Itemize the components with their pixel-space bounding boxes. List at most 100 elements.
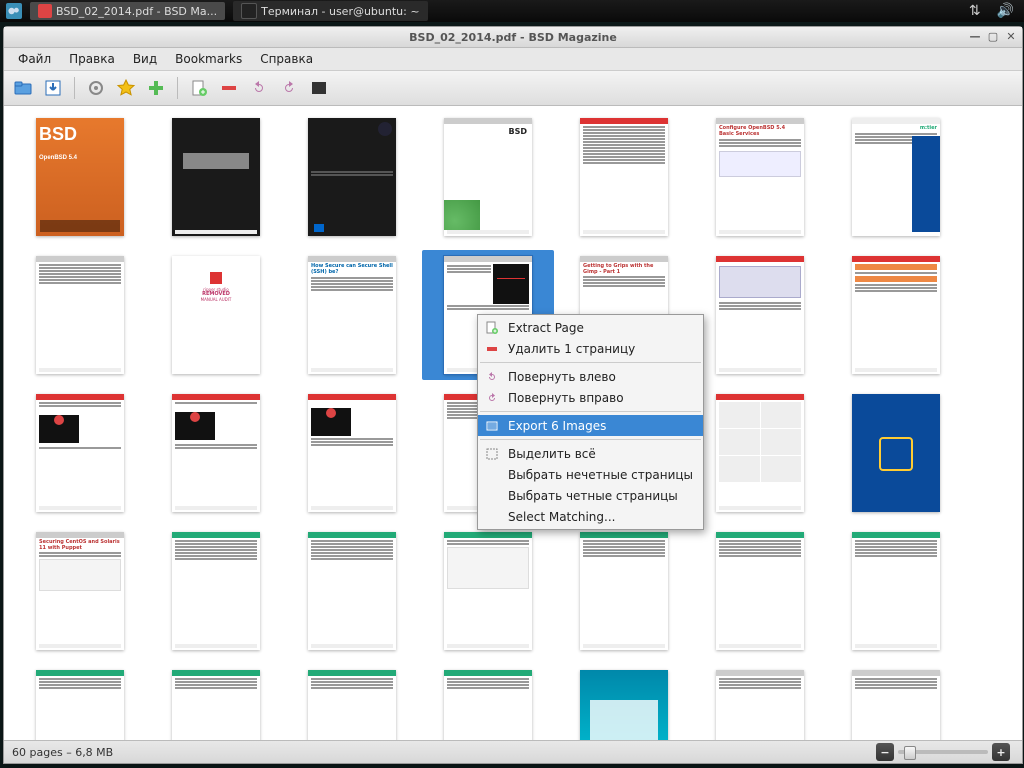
ctx-separator [480, 362, 701, 363]
blank-icon [484, 488, 500, 504]
page-thumb[interactable] [694, 250, 826, 380]
menu-bookmarks[interactable]: Bookmarks [167, 50, 250, 68]
remove-icon [484, 341, 500, 357]
page-thumb[interactable] [830, 526, 962, 656]
page-thumb[interactable] [694, 526, 826, 656]
ctx-separator [480, 439, 701, 440]
taskbar-item-terminal[interactable]: Терминал - user@ubuntu: ~ [233, 1, 427, 21]
rotate-left-icon [484, 369, 500, 385]
ctx-select-even[interactable]: Выбрать четные страницы [478, 485, 703, 506]
page-thumb[interactable] [14, 664, 146, 740]
save-button[interactable] [40, 75, 66, 101]
rotate-right-button[interactable] [276, 75, 302, 101]
context-menu: Extract Page Удалить 1 страницу Повернут… [477, 314, 704, 530]
ctx-select-matching[interactable]: Select Matching... [478, 506, 703, 527]
thumb-title: Configure OpenBSD 5.4 Basic Services [719, 126, 801, 137]
extract-button[interactable] [186, 75, 212, 101]
page-thumb[interactable] [14, 250, 146, 380]
ctx-select-odd[interactable]: Выбрать нечетные страницы [478, 464, 703, 485]
ripper-line3: MANUAL AUDIT [175, 298, 257, 302]
page-thumb[interactable] [558, 664, 690, 740]
select-all-icon [484, 446, 500, 462]
thumb-header: BSD [449, 128, 527, 137]
zoom-out-button[interactable]: − [876, 743, 894, 761]
ctx-rotate-right[interactable]: Повернуть вправо [478, 387, 703, 408]
page-thumb[interactable] [150, 664, 282, 740]
desktop-panel: BSD_02_2014.pdf - BSD Ma... Терминал - u… [0, 0, 1024, 22]
network-icon[interactable]: ⇅ [965, 3, 985, 19]
page-thumb[interactable]: Configure OpenBSD 5.4 Basic Services [694, 112, 826, 242]
mtier-label: m:tier [855, 126, 937, 132]
ctx-label: Выбрать нечетные страницы [508, 468, 693, 482]
ctx-select-all[interactable]: Выделить всё [478, 443, 703, 464]
page-thumb[interactable] [422, 526, 554, 656]
page-thumb[interactable] [286, 388, 418, 518]
page-thumb[interactable] [150, 112, 282, 242]
add-button[interactable] [143, 75, 169, 101]
zoom-slider[interactable] [898, 750, 988, 754]
statusbar: 60 pages – 6,8 MB − + [4, 740, 1022, 763]
ctx-label: Extract Page [508, 321, 584, 335]
page-thumb[interactable]: Securing CentOS and Solaris 11 with Pupp… [14, 526, 146, 656]
export-icon [484, 418, 500, 434]
page-thumb[interactable] [830, 664, 962, 740]
page-thumb[interactable]: BSDOpenBSD 5.4 [14, 112, 146, 242]
ctx-delete-page[interactable]: Удалить 1 страницу [478, 338, 703, 359]
close-button[interactable]: ✕ [1004, 29, 1018, 43]
gimp-title: Getting to Grips with the Gimp - Part 1 [583, 264, 665, 275]
rotate-left-button[interactable] [246, 75, 272, 101]
xfce-menu-icon[interactable] [6, 3, 22, 19]
taskbar-item-pdf[interactable]: BSD_02_2014.pdf - BSD Ma... [30, 2, 225, 20]
menubar: Файл Правка Вид Bookmarks Справка [4, 48, 1022, 70]
thumbnails-button[interactable] [306, 75, 332, 101]
page-thumb[interactable] [286, 112, 418, 242]
page-thumb[interactable]: BSD [422, 112, 554, 242]
ctx-rotate-left[interactable]: Повернуть влево [478, 366, 703, 387]
page-thumb[interactable] [694, 664, 826, 740]
rotate-right-icon [484, 390, 500, 406]
page-thumb[interactable]: m:tier [830, 112, 962, 242]
page-thumb[interactable] [422, 664, 554, 740]
page-thumb[interactable]: ripper studioREMOVEDMANUAL AUDIT [150, 250, 282, 380]
blank-icon [484, 467, 500, 483]
ctx-label: Select Matching... [508, 510, 615, 524]
window-titlebar[interactable]: BSD_02_2014.pdf - BSD Magazine — ▢ ✕ [4, 27, 1022, 48]
cover-title: BSD [39, 121, 121, 143]
zoom-slider-knob[interactable] [904, 746, 916, 760]
menu-help[interactable]: Справка [252, 50, 321, 68]
ctx-separator [480, 411, 701, 412]
open-button[interactable] [10, 75, 36, 101]
page-thumb[interactable] [830, 250, 962, 380]
taskbar-item-label: Терминал - user@ubuntu: ~ [261, 5, 419, 18]
remove-button[interactable] [216, 75, 242, 101]
page-thumb[interactable] [830, 388, 962, 518]
menu-edit[interactable]: Правка [61, 50, 123, 68]
page-thumb[interactable] [558, 112, 690, 242]
blank-icon [484, 509, 500, 525]
ctx-label: Выделить всё [508, 447, 596, 461]
status-text: 60 pages – 6,8 MB [12, 746, 113, 759]
page-thumb[interactable] [150, 526, 282, 656]
page-thumb[interactable] [14, 388, 146, 518]
page-thumb[interactable] [286, 664, 418, 740]
page-thumb[interactable] [558, 526, 690, 656]
zoom-in-button[interactable]: + [992, 743, 1010, 761]
ctx-extract-page[interactable]: Extract Page [478, 317, 703, 338]
page-thumb[interactable] [150, 388, 282, 518]
bookmark-button[interactable] [113, 75, 139, 101]
volume-icon[interactable]: 🔊 [993, 3, 1018, 19]
ctx-label: Export 6 Images [508, 419, 606, 433]
maximize-button[interactable]: ▢ [986, 29, 1000, 43]
page-thumb[interactable]: How Secure can Secure Shell (SSH) be? [286, 250, 418, 380]
page-thumb[interactable] [286, 526, 418, 656]
page-thumb[interactable] [694, 388, 826, 518]
window-title: BSD_02_2014.pdf - BSD Magazine [409, 31, 617, 44]
settings-button[interactable] [83, 75, 109, 101]
taskbar-item-label: BSD_02_2014.pdf - BSD Ma... [56, 5, 217, 18]
minimize-button[interactable]: — [968, 29, 982, 43]
menu-file[interactable]: Файл [10, 50, 59, 68]
ctx-label: Повернуть вправо [508, 391, 624, 405]
ctx-export-images[interactable]: Export 6 Images [478, 415, 703, 436]
toolbar [4, 70, 1022, 106]
menu-view[interactable]: Вид [125, 50, 165, 68]
